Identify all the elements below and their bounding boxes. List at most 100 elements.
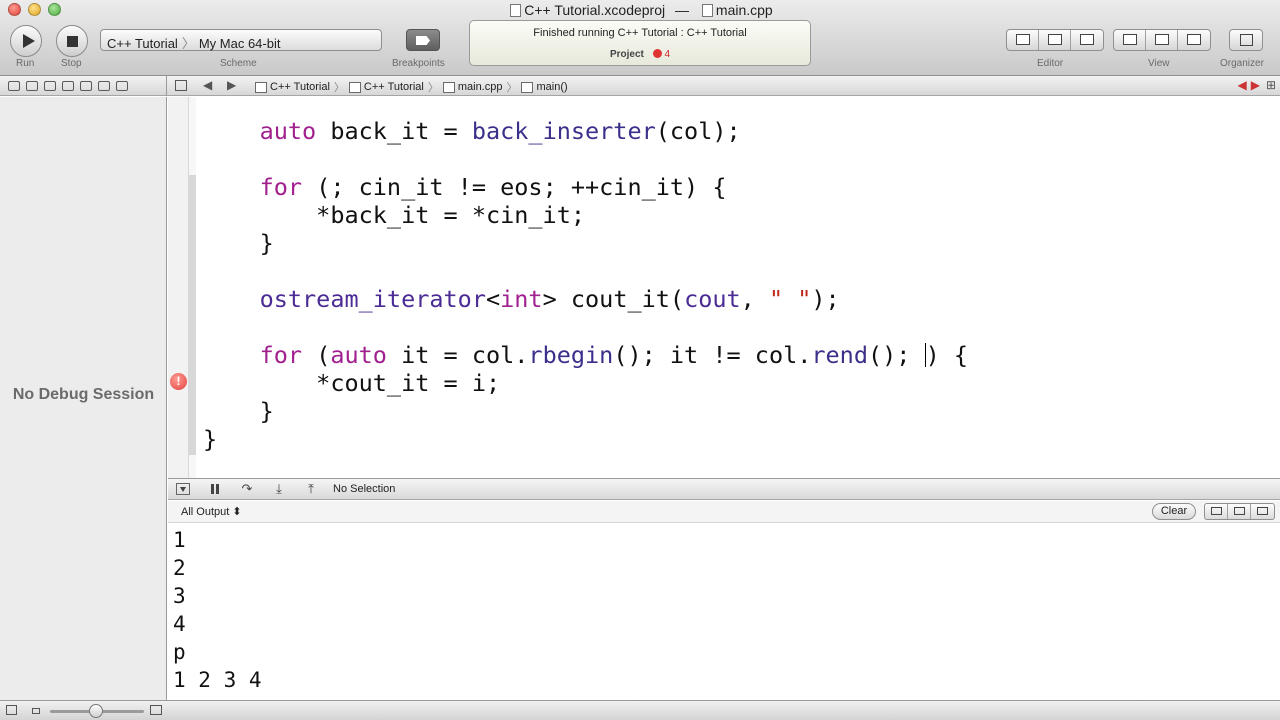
console-line: 1	[173, 528, 186, 552]
show-both-button[interactable]	[1228, 504, 1251, 519]
project-icon	[255, 81, 267, 93]
code-line[interactable]	[203, 145, 968, 173]
console-header: All Output ⬍ Clear	[168, 501, 1280, 523]
code-folding-ribbon[interactable]	[189, 97, 196, 478]
breadcrumb-group[interactable]: C++ Tutorial 〉	[348, 79, 443, 95]
breakpoints-label: Breakpoints	[392, 58, 445, 69]
standard-editor-icon	[1016, 34, 1030, 45]
utilities-panel-icon	[1187, 34, 1201, 45]
breadcrumb-function[interactable]: main()	[521, 81, 568, 93]
version-editor-button[interactable]	[1071, 30, 1103, 50]
go-forward-icon[interactable]: ▶	[227, 78, 236, 92]
go-back-icon[interactable]: ◀	[203, 78, 212, 92]
scheme-popup[interactable]: C++ Tutorial 〉 My Mac 64-bit	[100, 29, 382, 51]
issue-prev-icon[interactable]: ◀	[1237, 78, 1246, 92]
issue-navigator-icon[interactable]	[60, 79, 75, 92]
search-navigator-icon[interactable]	[42, 79, 57, 92]
code-token: }	[203, 425, 218, 453]
project-navigator-icon[interactable]	[6, 79, 21, 92]
breadcrumb-project[interactable]: C++ Tutorial 〉	[255, 79, 349, 95]
version-editor-icon	[1080, 34, 1094, 45]
toggle-utilities-button[interactable]	[1178, 30, 1210, 50]
code-line[interactable]: for (auto it = col.rbegin(); it != col.r…	[203, 341, 968, 369]
standard-editor-button[interactable]	[1007, 30, 1039, 50]
breadcrumb-label: C++ Tutorial	[270, 81, 330, 93]
hide-debug-area-icon[interactable]	[176, 483, 190, 495]
debug-navigator: No Debug Session	[0, 97, 167, 700]
code-line[interactable]: auto back_it = back_inserter(col);	[203, 117, 968, 145]
run-button[interactable]	[10, 25, 42, 57]
code-token-kw: for	[259, 341, 303, 369]
activity-viewer: Finished running C++ Tutorial : C++ Tuto…	[469, 20, 811, 66]
code-token: }	[203, 229, 274, 257]
source-editor[interactable]: ! auto back_it = back_inserter(col); for…	[168, 97, 1280, 478]
toggle-navigator-button[interactable]	[1114, 30, 1146, 50]
code-line[interactable]: }	[203, 397, 968, 425]
show-variables-button[interactable]	[1205, 504, 1228, 519]
code-token-st: " "	[768, 285, 812, 313]
code-line[interactable]: for (; cin_it != eos; ++cin_it) {	[203, 173, 968, 201]
code-token: (; cin_it != eos; ++cin_it) {	[302, 173, 727, 201]
fold-band[interactable]	[189, 175, 196, 455]
organizer-button[interactable]	[1229, 29, 1263, 51]
editor-gutter[interactable]: !	[168, 97, 189, 478]
activity-project[interactable]: Project 4	[470, 49, 810, 60]
scheme-destination: My Mac 64-bit	[198, 36, 281, 51]
issue-next-icon[interactable]: ▶	[1251, 78, 1260, 92]
breadcrumb-label: main()	[536, 81, 568, 93]
console-output-area[interactable]: 1 2 3 4 p 1 2 3 4	[168, 524, 1280, 700]
code-token: > cout_it(	[542, 285, 685, 313]
assistant-editor-icon	[1048, 34, 1062, 45]
zoom-in-icon[interactable]	[150, 705, 162, 715]
no-debug-session-label: No Debug Session	[12, 386, 155, 403]
step-out-icon[interactable]: ⤒	[304, 482, 318, 495]
add-editor-icon[interactable]: ⊞	[1266, 78, 1276, 92]
show-console-button[interactable]	[1251, 504, 1274, 519]
debug-navigator-icon[interactable]	[78, 79, 93, 92]
code-token: ,	[740, 285, 769, 313]
code-token-ty: ostream_iterator	[259, 285, 486, 313]
breakpoints-button[interactable]	[406, 29, 440, 51]
breadcrumb-file[interactable]: main.cpp 〉	[442, 79, 522, 95]
code-line[interactable]: }	[203, 425, 968, 453]
code-line[interactable]	[203, 313, 968, 341]
code-token: back_it =	[316, 117, 472, 145]
stop-button[interactable]	[56, 25, 88, 57]
open-file-name: main.cpp	[715, 2, 773, 18]
clear-console-button[interactable]: Clear	[1152, 503, 1196, 520]
code-line[interactable]: ostream_iterator<int> cout_it(cout, " ")…	[203, 285, 968, 313]
editor-mode-control	[1006, 29, 1104, 51]
code-token-fn: rend	[811, 341, 868, 369]
step-over-icon[interactable]: ↷	[240, 482, 254, 495]
console-view-icon	[1257, 507, 1268, 515]
code-token-ty: cout	[684, 285, 741, 313]
code-token: (	[302, 341, 331, 369]
project-file-icon	[510, 4, 522, 17]
console-output[interactable]: 1 2 3 4 p 1 2 3 4	[173, 526, 262, 694]
step-into-icon[interactable]: ⤓	[272, 482, 286, 495]
code-line[interactable]	[203, 257, 968, 285]
log-navigator-icon[interactable]	[114, 79, 129, 92]
code-line[interactable]: *cout_it = i;	[203, 369, 968, 397]
zoom-out-icon[interactable]	[32, 708, 40, 714]
output-filter-popup[interactable]: All Output ⬍	[181, 505, 242, 518]
assistant-editor-button[interactable]	[1039, 30, 1071, 50]
toggle-debug-area-button[interactable]	[1146, 30, 1178, 50]
code-text[interactable]: auto back_it = back_inserter(col); for (…	[203, 117, 968, 453]
console-layout-control	[1204, 503, 1275, 520]
pause-icon[interactable]	[208, 483, 222, 495]
related-items-icon[interactable]	[175, 80, 187, 91]
symbol-navigator-icon[interactable]	[24, 79, 39, 92]
activity-status: Finished running C++ Tutorial : C++ Tuto…	[533, 27, 747, 39]
error-marker-icon[interactable]: !	[170, 373, 187, 390]
cpp-file-icon	[442, 81, 455, 93]
grid-icon[interactable]	[6, 705, 17, 715]
code-line[interactable]: *back_it = *cin_it;	[203, 201, 968, 229]
code-token: (col);	[655, 117, 741, 145]
breakpoint-navigator-icon[interactable]	[96, 79, 111, 92]
zoom-slider-handle[interactable]	[89, 704, 103, 718]
code-line[interactable]: }	[203, 229, 968, 257]
breakpoint-icon	[416, 36, 430, 45]
